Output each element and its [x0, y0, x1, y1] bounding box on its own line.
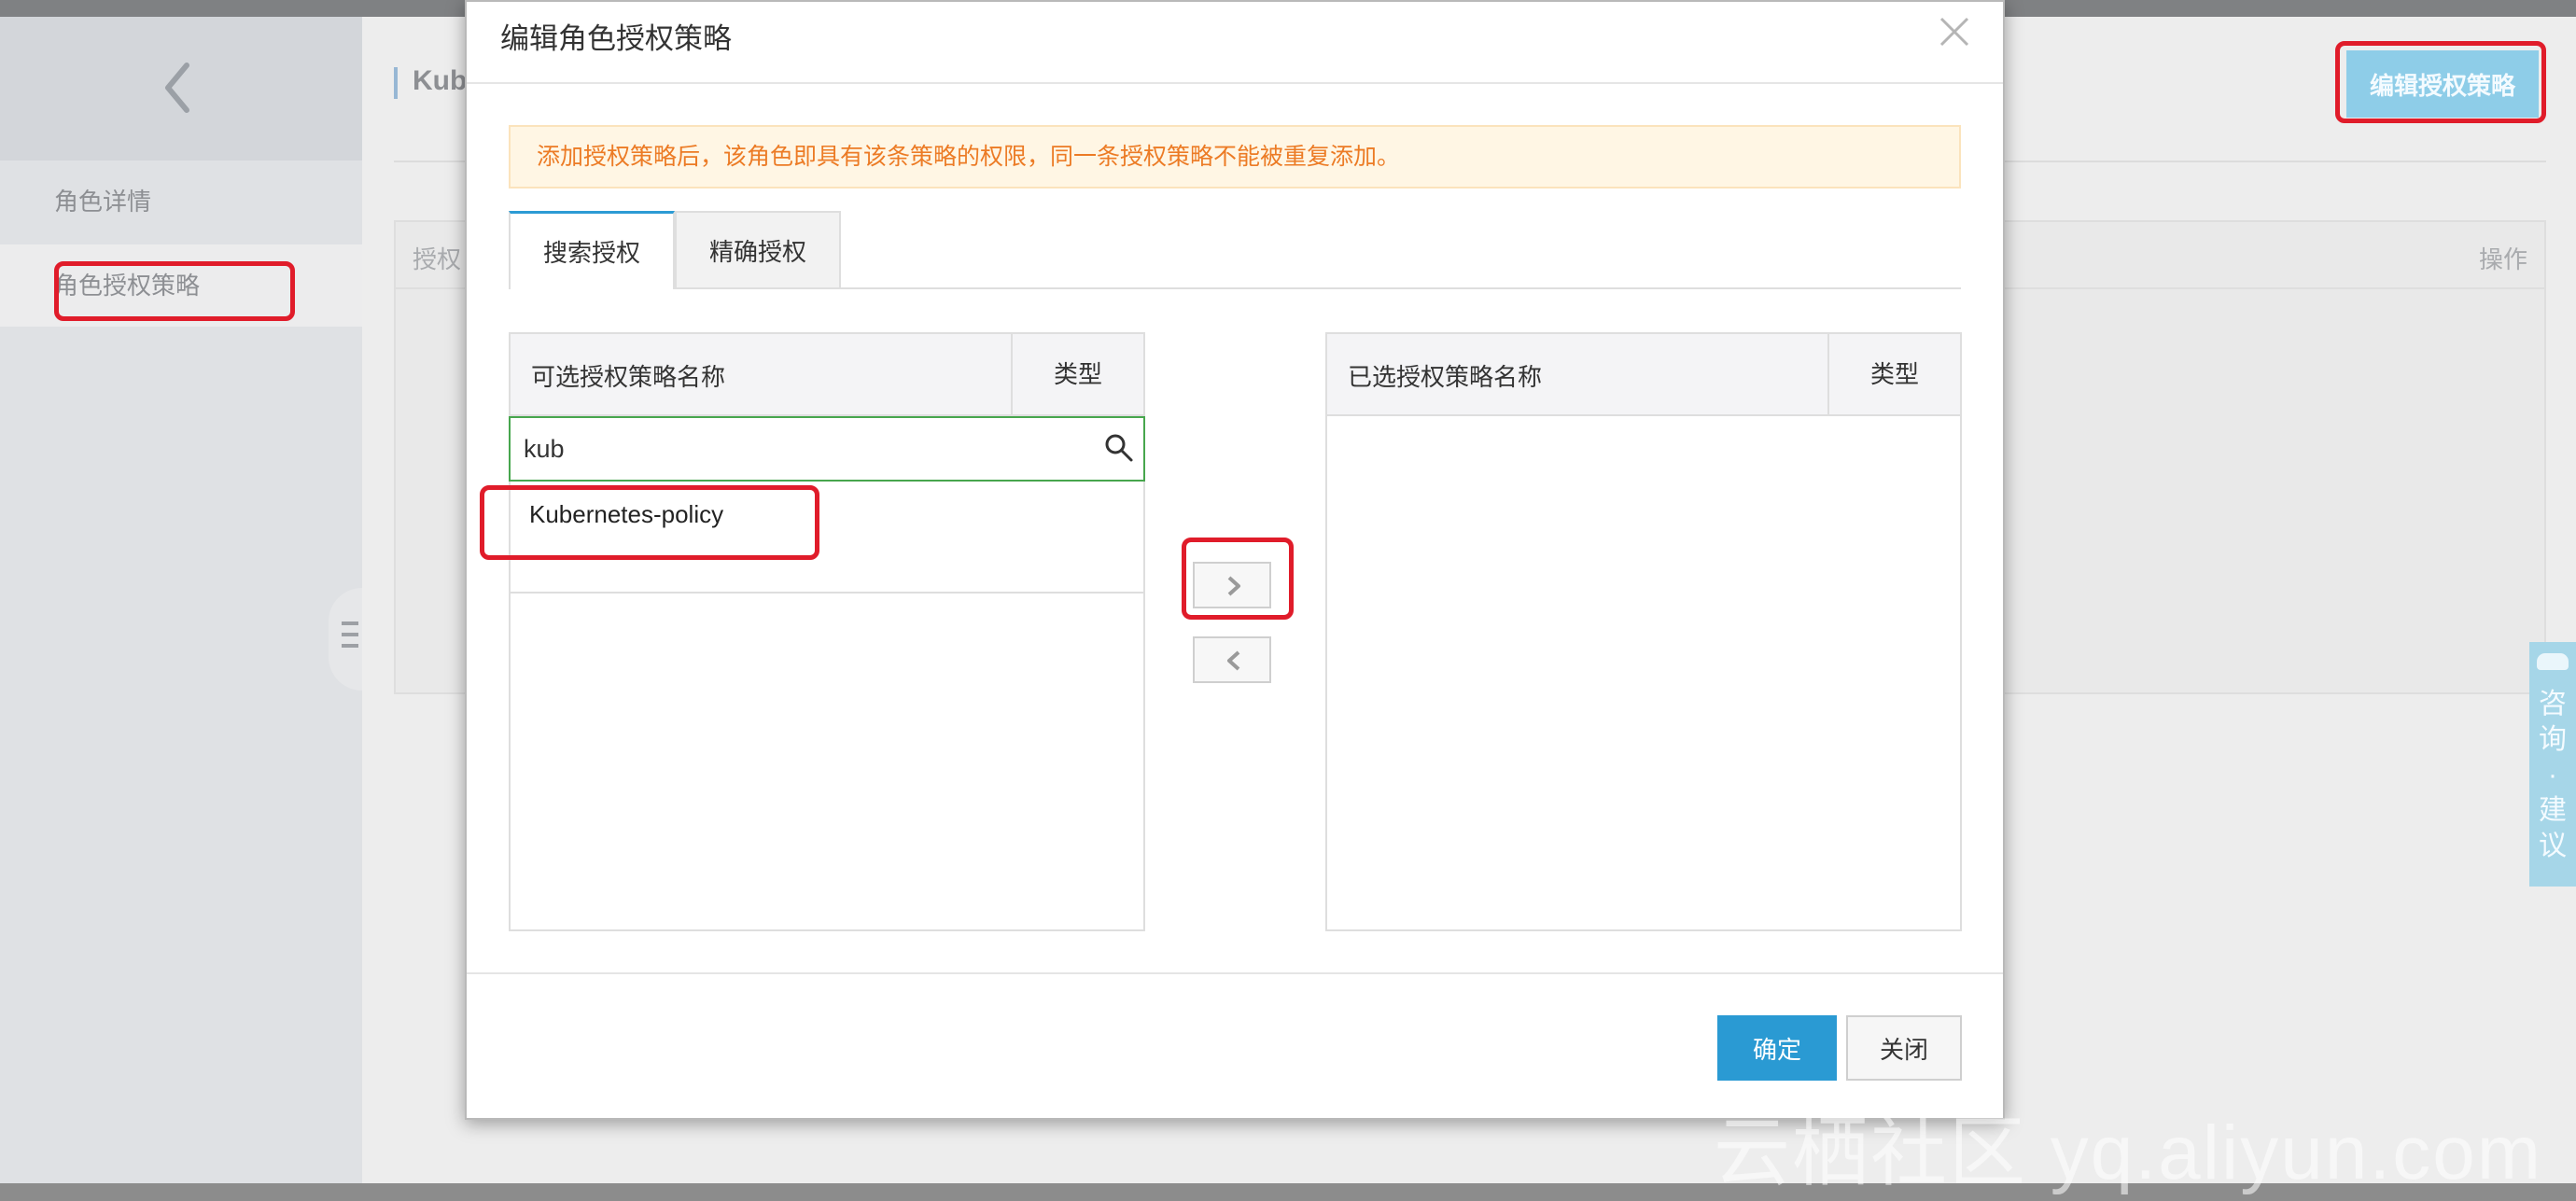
back-button[interactable]	[0, 17, 362, 161]
table-header-actions: 操作	[2478, 245, 2527, 273]
confirm-button[interactable]: 确定	[1717, 1015, 1837, 1081]
column-header-type: 类型	[1827, 334, 1960, 414]
search-icon[interactable]	[1102, 431, 1136, 465]
selected-policies-panel: 已选授权策略名称 类型	[1325, 332, 1962, 931]
consult-label: 咨询 · 建议	[2539, 689, 2567, 861]
close-icon[interactable]	[1936, 13, 1973, 50]
table-header-policy: 授权	[413, 245, 462, 273]
title-accent-bar	[394, 67, 398, 99]
chevron-left-icon	[165, 63, 189, 113]
tab-search-authorize[interactable]: 搜索授权	[509, 211, 675, 289]
search-value: kub	[524, 435, 565, 463]
column-header-name: 已选授权策略名称	[1348, 363, 1543, 391]
highlight-box	[2335, 41, 2546, 123]
dialog-title: 编辑角色授权策略	[500, 22, 732, 55]
sidebar-item-label: 角色详情	[54, 188, 152, 216]
notice-banner: 添加授权策略后，该角色即具有该条策略的权限，同一条授权策略不能被重复添加。	[509, 125, 1961, 189]
remove-from-selected-button[interactable]	[1193, 636, 1271, 683]
search-input[interactable]: kub	[509, 416, 1145, 482]
sidebar-item-role-details[interactable]: 角色详情	[0, 161, 362, 243]
available-policies-panel: 可选授权策略名称 类型 kub Kubernetes-policy	[509, 332, 1145, 931]
panel-header: 可选授权策略名称 类型	[511, 334, 1143, 416]
chevron-left-icon	[1227, 650, 1240, 671]
tab-exact-authorize[interactable]: 精确授权	[675, 211, 841, 289]
column-header-type: 类型	[1011, 334, 1143, 414]
page-title: Kub	[413, 65, 468, 96]
divider	[467, 972, 2003, 974]
divider	[467, 82, 2003, 84]
consult-feedback-tab[interactable]: 咨询 · 建议	[2529, 642, 2576, 887]
panel-header: 已选授权策略名称 类型	[1327, 334, 1960, 416]
watermark: 云栖社区 yq.aliyun.com	[1714, 1110, 2543, 1195]
highlight-box	[54, 261, 295, 321]
divider	[511, 592, 1143, 594]
chat-icon	[2537, 653, 2569, 670]
highlight-box	[480, 485, 819, 560]
sidebar-collapse-toggle[interactable]	[329, 588, 362, 691]
column-header-name: 可选授权策略名称	[531, 363, 726, 391]
close-button[interactable]: 关闭	[1846, 1015, 1962, 1081]
highlight-box	[1182, 538, 1294, 620]
